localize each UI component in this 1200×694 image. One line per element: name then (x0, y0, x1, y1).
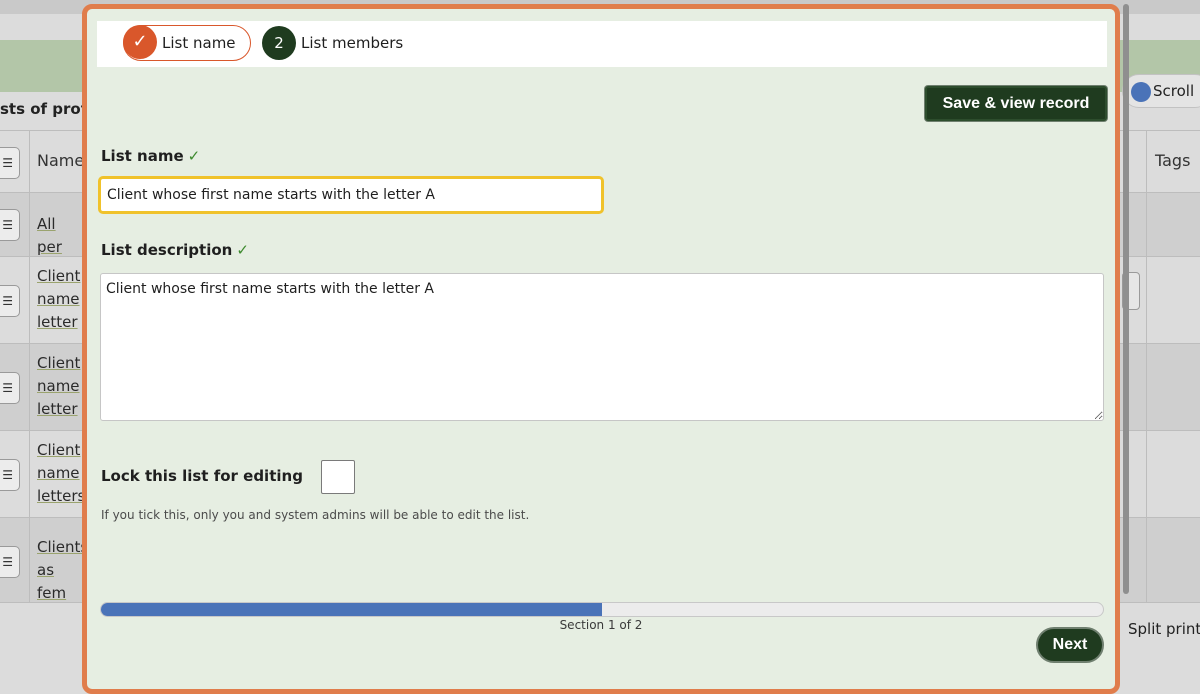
row-menu-button[interactable]: ☰ (0, 285, 20, 317)
header-menu-button[interactable]: ☰ (0, 147, 20, 179)
list-description-textarea[interactable]: Client whose first name starts with the … (100, 273, 1104, 421)
column-header-name[interactable]: Name (37, 151, 84, 170)
checkmark-icon: ✓ (187, 147, 201, 165)
step-list-name-label: List name (162, 34, 236, 52)
lock-list-help-text: If you tick this, only you and system ad… (101, 508, 530, 522)
row-link[interactable]: Clients as fem (37, 536, 83, 605)
row-menu-button[interactable]: ☰ (0, 372, 20, 404)
row-link[interactable]: Client name letter (37, 265, 83, 334)
row-link[interactable]: All per (37, 213, 83, 259)
section-progress-bar (100, 602, 1104, 617)
section-progress-label: Section 1 of 2 (559, 618, 643, 632)
list-name-label-text: List name (101, 147, 184, 165)
step-list-name[interactable]: ✓ List name (123, 25, 251, 61)
column-header-tags[interactable]: Tags (1155, 151, 1190, 170)
list-description-label-text: List description (101, 241, 233, 259)
split-print-button[interactable]: Split print (1128, 620, 1200, 638)
scroll-toggle-icon (1131, 82, 1151, 102)
section-progress-fill (101, 603, 602, 616)
lock-list-checkbox[interactable] (321, 460, 355, 494)
step-list-members[interactable]: 2 (262, 26, 296, 60)
row-link[interactable]: Client name letters (37, 439, 83, 508)
page-scrollbar[interactable] (1122, 0, 1130, 600)
save-and-view-record-button[interactable]: Save & view record (925, 86, 1107, 121)
row-menu-button[interactable]: ☰ (0, 459, 20, 491)
row-link[interactable]: Client name letter (37, 352, 83, 421)
row-menu-button[interactable]: ☰ (0, 546, 20, 578)
scroll-toggle-label: Scroll (1153, 82, 1195, 100)
step-list-members-label[interactable]: List members (301, 34, 403, 52)
step-indicator: ✓ List name 2 List members (97, 21, 1107, 67)
checkmark-icon: ✓ (236, 241, 249, 259)
page-scrollbar-thumb[interactable] (1123, 4, 1129, 594)
list-description-label: List description ✓ (101, 241, 249, 259)
background-page-title: sts of profi (0, 100, 92, 118)
scroll-toggle[interactable]: Scroll (1122, 74, 1200, 108)
list-name-label: List name ✓ (101, 147, 200, 165)
checkmark-icon: ✓ (123, 25, 157, 59)
row-menu-button[interactable]: ☰ (0, 209, 20, 241)
next-button[interactable]: Next (1036, 627, 1104, 663)
list-name-input[interactable] (98, 176, 604, 214)
lock-list-label: Lock this list for editing (101, 467, 303, 485)
create-list-modal: ✓ List name 2 List members Save & view r… (82, 4, 1120, 694)
